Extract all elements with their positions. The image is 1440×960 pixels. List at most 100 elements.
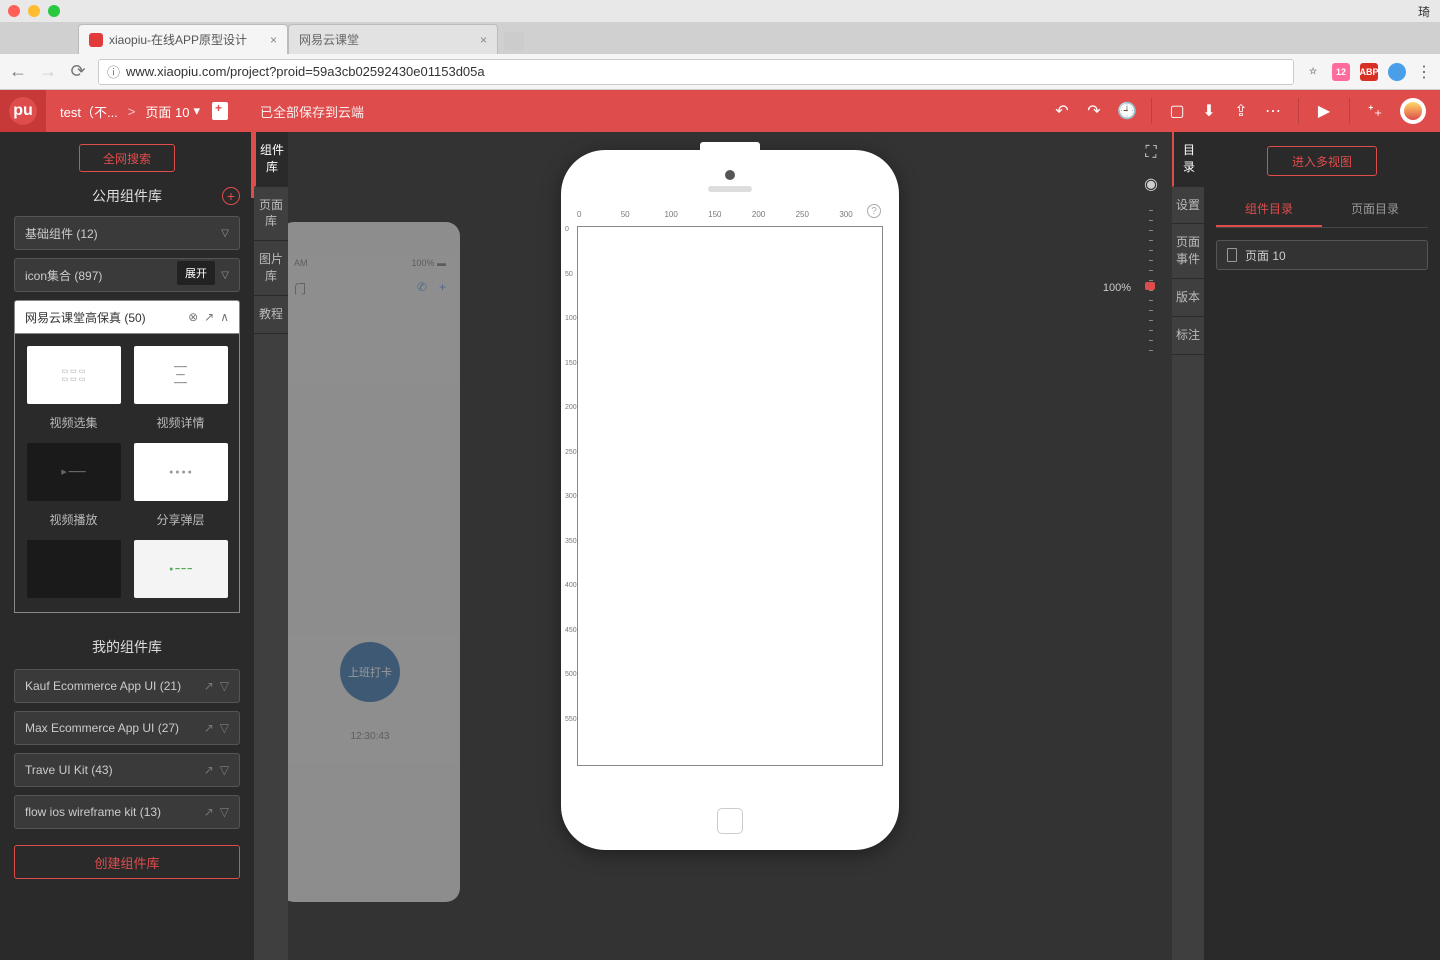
current-page-label: 页面 10 [145,102,189,121]
add-library-icon[interactable]: + [222,187,240,205]
mini-tab-images[interactable]: 图片库 [254,241,288,296]
mac-zoom-dot[interactable] [48,5,60,17]
site-info-icon[interactable]: ⓘ [107,62,120,81]
zoom-slider[interactable] [1149,210,1153,360]
lib-row-basic[interactable]: 基础组件 (12) ▽ [14,216,240,250]
fullscreen-icon[interactable]: ⛶ [1145,144,1156,162]
component-thumb: ▭ ▭ ▭▭ ▭ ▭ [27,346,121,404]
user-avatar[interactable] [1400,98,1426,124]
my-lib-row[interactable]: Max Ecommerce App UI (27) ↗▽ [14,711,240,745]
redo-icon[interactable]: ↷ [1085,101,1103,121]
reload-button[interactable]: ⟳ [68,61,88,82]
component-item[interactable]: ▶ ━━━━ 视频播放 [23,443,124,534]
component-item[interactable]: ▭ ▭ ▭▭ ▭ ▭ 视频选集 [23,346,124,437]
new-tab-button[interactable] [504,32,524,50]
open-lib-icon[interactable]: ↗ [204,310,214,324]
add-page-icon[interactable] [212,102,228,120]
forward-button: → [38,61,58,82]
page-item-label: 页面 10 [1245,247,1286,264]
mini-tab-pages[interactable]: 页面库 [254,187,288,242]
mini-tab-settings[interactable]: 设置 [1172,187,1204,225]
project-name[interactable]: test（不... [60,102,118,121]
browser-tab-inactive[interactable]: 网易云课堂 × [288,24,498,54]
mac-user-label: 琦 [1418,3,1430,20]
my-lib-row[interactable]: Trave UI Kit (43) ↗▽ [14,753,240,787]
left-panel: 全网搜索 公用组件库 + 基础组件 (12) ▽ icon集合 (897) 展开… [0,132,254,960]
global-search-button[interactable]: 全网搜索 [79,144,175,172]
undo-icon[interactable]: ↶ [1053,101,1071,121]
ruler-horizontal: 050100150200250300 [577,210,883,224]
app-logo[interactable]: pu [0,90,46,132]
extension-blue-icon[interactable] [1388,63,1406,81]
zoom-handle[interactable] [1145,282,1155,290]
tab-title: xiaopiu-在线APP原型设计 [109,31,247,48]
chevron-down-icon: ▽ [221,270,229,281]
mini-tab-versions[interactable]: 版本 [1172,279,1204,317]
component-thumb: ━━━━━━━━ [134,346,228,404]
remove-lib-icon[interactable]: ⊗ [188,310,198,324]
workspace: 全网搜索 公用组件库 + 基础组件 (12) ▽ icon集合 (897) 展开… [0,132,1440,960]
component-item[interactable] [23,540,124,604]
public-lib-title: 公用组件库 [92,186,162,206]
divider [1151,98,1152,124]
back-button[interactable]: ← [8,61,28,82]
breadcrumb: test（不... > 页面 10 ▾ [46,102,242,121]
component-thumb: ● ━ ━ ━ [134,540,228,598]
chevron-up-icon[interactable]: ∧ [220,310,229,324]
expand-tooltip: 展开 [177,261,215,285]
component-item[interactable]: ━━━━━━━━ 视频详情 [130,346,231,437]
outline-page-item[interactable]: 页面 10 [1216,240,1428,270]
history-icon[interactable]: 🕘 [1117,101,1135,121]
mini-tab-tutorial[interactable]: 教程 [254,296,288,334]
add-collaborator-icon[interactable]: ᐩ₊ [1366,101,1384,121]
mini-tab-events[interactable]: 页面事件 [1172,224,1204,279]
page-dropdown[interactable]: 页面 10 ▾ [145,102,200,121]
bookmark-star-icon[interactable]: ☆ [1304,63,1322,81]
my-lib-row[interactable]: Kauf Ecommerce App UI (21) ↗▽ [14,669,240,703]
extension-calendar-icon[interactable]: 12 [1332,63,1350,81]
lib-row-label: 基础组件 (12) [25,225,98,242]
canvas[interactable]: AM100% ▬ 门✆+ 上班打卡 12:30:43 ? 05010015020… [288,132,1172,960]
close-tab-icon[interactable]: × [480,33,487,47]
zoom-label: 100% [1103,282,1131,294]
preview-eye-icon[interactable]: ◉ [1144,174,1158,194]
play-button[interactable]: ▶ [1315,101,1333,121]
my-lib-row[interactable]: flow ios wireframe kit (13) ↗▽ [14,795,240,829]
browser-tab-active[interactable]: xiaopiu-在线APP原型设计 × [78,24,288,54]
url-input[interactable]: ⓘ www.xiaopiu.com/project?proid=59a3cb02… [98,59,1294,85]
my-lib-title: 我的组件库 [14,637,240,657]
open-lib-icon[interactable]: ↗ [204,805,214,819]
mini-tab-outline[interactable]: 目录 [1172,132,1204,187]
page-icon [1227,248,1237,262]
lib-row-netease[interactable]: 网易云课堂高保真 (50) ⊗ ↗ ∧ [14,300,240,334]
ghost-punch-badge: 上班打卡 [340,642,400,702]
share-icon[interactable]: ⇪ [1232,101,1250,121]
lib-row-label: icon集合 (897) [25,267,102,284]
open-lib-icon[interactable]: ↗ [204,679,214,693]
open-lib-icon[interactable]: ↗ [204,763,214,777]
browser-menu-icon[interactable]: ⋮ [1416,62,1432,82]
mac-minimize-dot[interactable] [28,5,40,17]
close-tab-icon[interactable]: × [270,33,277,47]
open-lib-icon[interactable]: ↗ [204,721,214,735]
component-label: 视频播放 [49,511,97,528]
component-item[interactable]: ● ● ● ● 分享弹层 [130,443,231,534]
more-icon[interactable]: ⋯ [1264,101,1282,121]
mini-tab-components[interactable]: 组件库 [254,132,288,187]
tab-component-outline[interactable]: 组件目录 [1216,192,1322,227]
mini-tab-annotations[interactable]: 标注 [1172,317,1204,355]
component-thumb: ▶ ━━━━ [27,443,121,501]
device-screen[interactable] [577,226,883,766]
public-lib-header: 公用组件库 + [14,186,240,206]
right-mini-tabs: 目录 设置 页面事件 版本 标注 [1172,132,1204,960]
download-icon[interactable]: ⬇ [1200,101,1218,121]
save-icon[interactable]: ▢ [1168,101,1186,121]
lib-row-icons[interactable]: icon集合 (897) 展开 ▽ [14,258,240,292]
active-indicator [251,132,254,198]
multi-view-button[interactable]: 进入多视图 [1267,146,1377,176]
create-library-button[interactable]: 创建组件库 [14,845,240,879]
tab-page-outline[interactable]: 页面目录 [1322,192,1428,227]
component-item[interactable]: ● ━ ━ ━ [130,540,231,604]
extension-abp-icon[interactable]: ABP [1360,63,1378,81]
mac-close-dot[interactable] [8,5,20,17]
